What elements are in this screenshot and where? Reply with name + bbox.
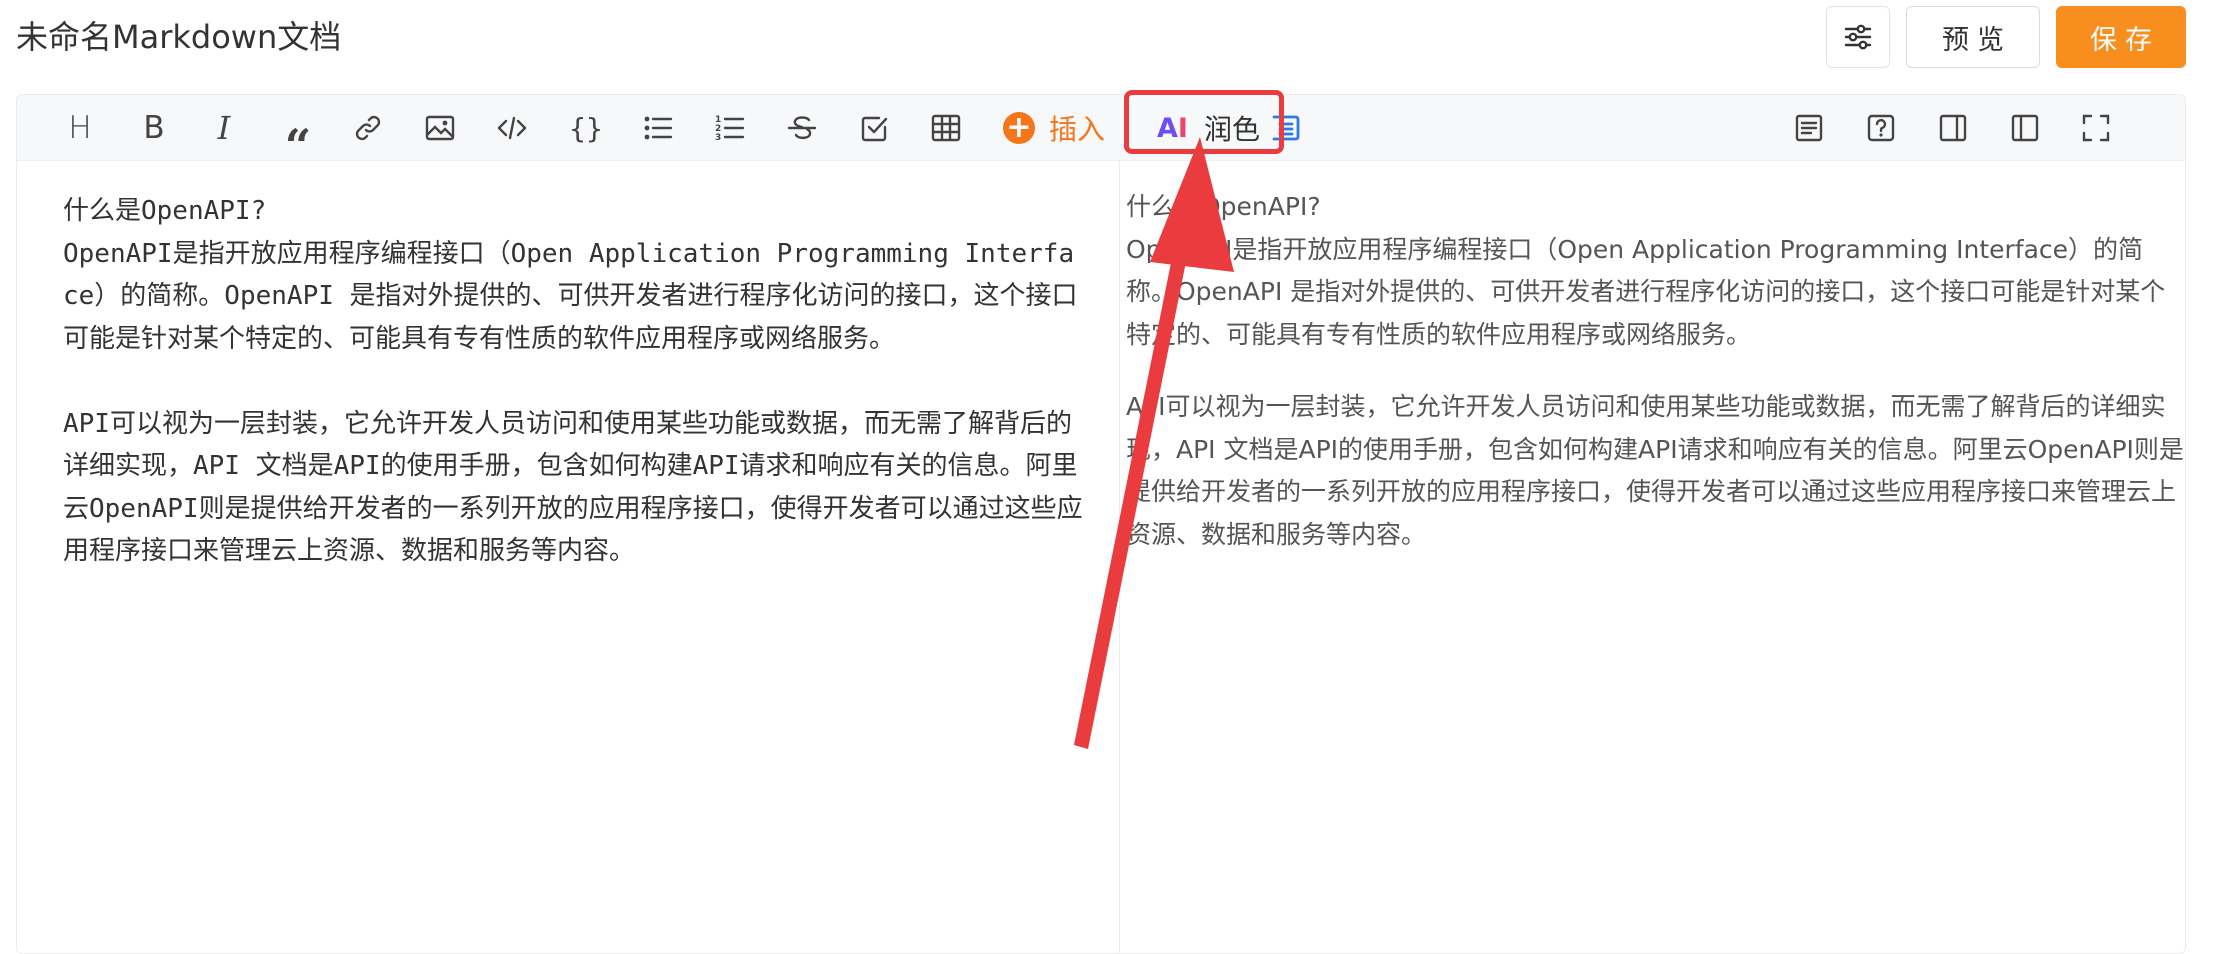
italic-button[interactable]: I <box>205 109 243 147</box>
panel-left-icon <box>2011 114 2039 142</box>
save-button[interactable]: 保存 <box>2056 6 2186 68</box>
settings-button[interactable] <box>1826 6 1890 68</box>
heading-icon: H <box>68 110 92 146</box>
link-button[interactable] <box>349 109 387 147</box>
code-block-button[interactable]: {} <box>567 109 605 147</box>
sliders-icon <box>1844 24 1872 50</box>
fullscreen-button[interactable] <box>2077 109 2115 147</box>
code-icon <box>497 116 527 140</box>
preview-button[interactable]: 预览 <box>1906 6 2040 68</box>
markdown-source-textarea[interactable]: 什么是OpenAPI? OpenAPI是指开放应用程序编程接口（Open App… <box>63 190 1088 573</box>
insert-label: 插入 <box>1049 113 1106 146</box>
bold-icon: B <box>143 110 165 146</box>
image-icon <box>425 115 455 141</box>
polish-label: 润色 <box>1203 113 1260 146</box>
plus-icon: + <box>1003 112 1035 144</box>
strikethrough-button[interactable] <box>783 109 821 147</box>
document-lines-icon <box>1795 114 1823 142</box>
ordered-list-icon: 123 <box>715 115 745 143</box>
unordered-list-icon <box>644 116 673 140</box>
pane-divider[interactable] <box>1119 160 1120 953</box>
markdown-editor: H B I “ {} 123 + 插入 AI 润色 什么是OpenAPI? Op… <box>16 94 2186 954</box>
quote-button[interactable]: “ <box>279 109 317 169</box>
document-title[interactable]: 未命名Markdown文档 <box>16 14 341 60</box>
strikethrough-icon <box>787 116 817 140</box>
ordered-list-button[interactable]: 123 <box>711 109 749 147</box>
table-button[interactable] <box>927 109 965 147</box>
editor-only-button[interactable] <box>2006 109 2044 147</box>
link-icon <box>355 115 381 141</box>
unordered-list-button[interactable] <box>639 109 677 147</box>
outline-toggle-button[interactable] <box>1790 109 1828 147</box>
checkbox-icon <box>861 116 888 142</box>
svg-text:3: 3 <box>715 133 721 143</box>
toc-button[interactable] <box>1267 109 1305 147</box>
fullscreen-icon <box>2082 114 2110 142</box>
code-button[interactable] <box>493 109 531 147</box>
heading-button[interactable]: H <box>61 109 99 147</box>
bold-button[interactable]: B <box>135 109 173 147</box>
table-icon <box>931 114 961 142</box>
panel-right-icon <box>1939 114 1967 142</box>
toc-icon <box>1272 115 1300 141</box>
preview-line: OpenAPI是指开放应用程序编程接口（Open Application Pro… <box>1126 234 2166 349</box>
image-button[interactable] <box>421 109 459 147</box>
braces-icon: {} <box>569 111 603 145</box>
help-icon <box>1867 114 1895 142</box>
ai-polish-button[interactable]: AI 润色 <box>1137 99 1277 157</box>
editor-toolbar: H B I “ {} 123 + 插入 AI 润色 <box>17 95 2185 169</box>
preview-paragraph: API可以视为一层封装，它允许开发人员访问和使用某些功能或数据，而无需了解背后的… <box>1126 392 2184 549</box>
preview-paragraph: 什么是OpenAPI? OpenAPI是指开放应用程序编程接口（Open Appl… <box>1126 186 2185 356</box>
ai-logo-icon: AI <box>1157 112 1188 144</box>
preview-only-button[interactable] <box>1934 109 1972 147</box>
markdown-preview: 什么是OpenAPI? OpenAPI是指开放应用程序编程接口（Open Appl… <box>1126 186 2185 586</box>
quote-icon: “ <box>284 119 312 173</box>
preview-line: 什么是OpenAPI? <box>1126 192 1321 221</box>
help-button[interactable] <box>1862 109 1900 147</box>
insert-button[interactable]: + 插入 <box>1003 109 1105 147</box>
checklist-button[interactable] <box>855 109 893 147</box>
italic-icon: I <box>217 109 231 147</box>
